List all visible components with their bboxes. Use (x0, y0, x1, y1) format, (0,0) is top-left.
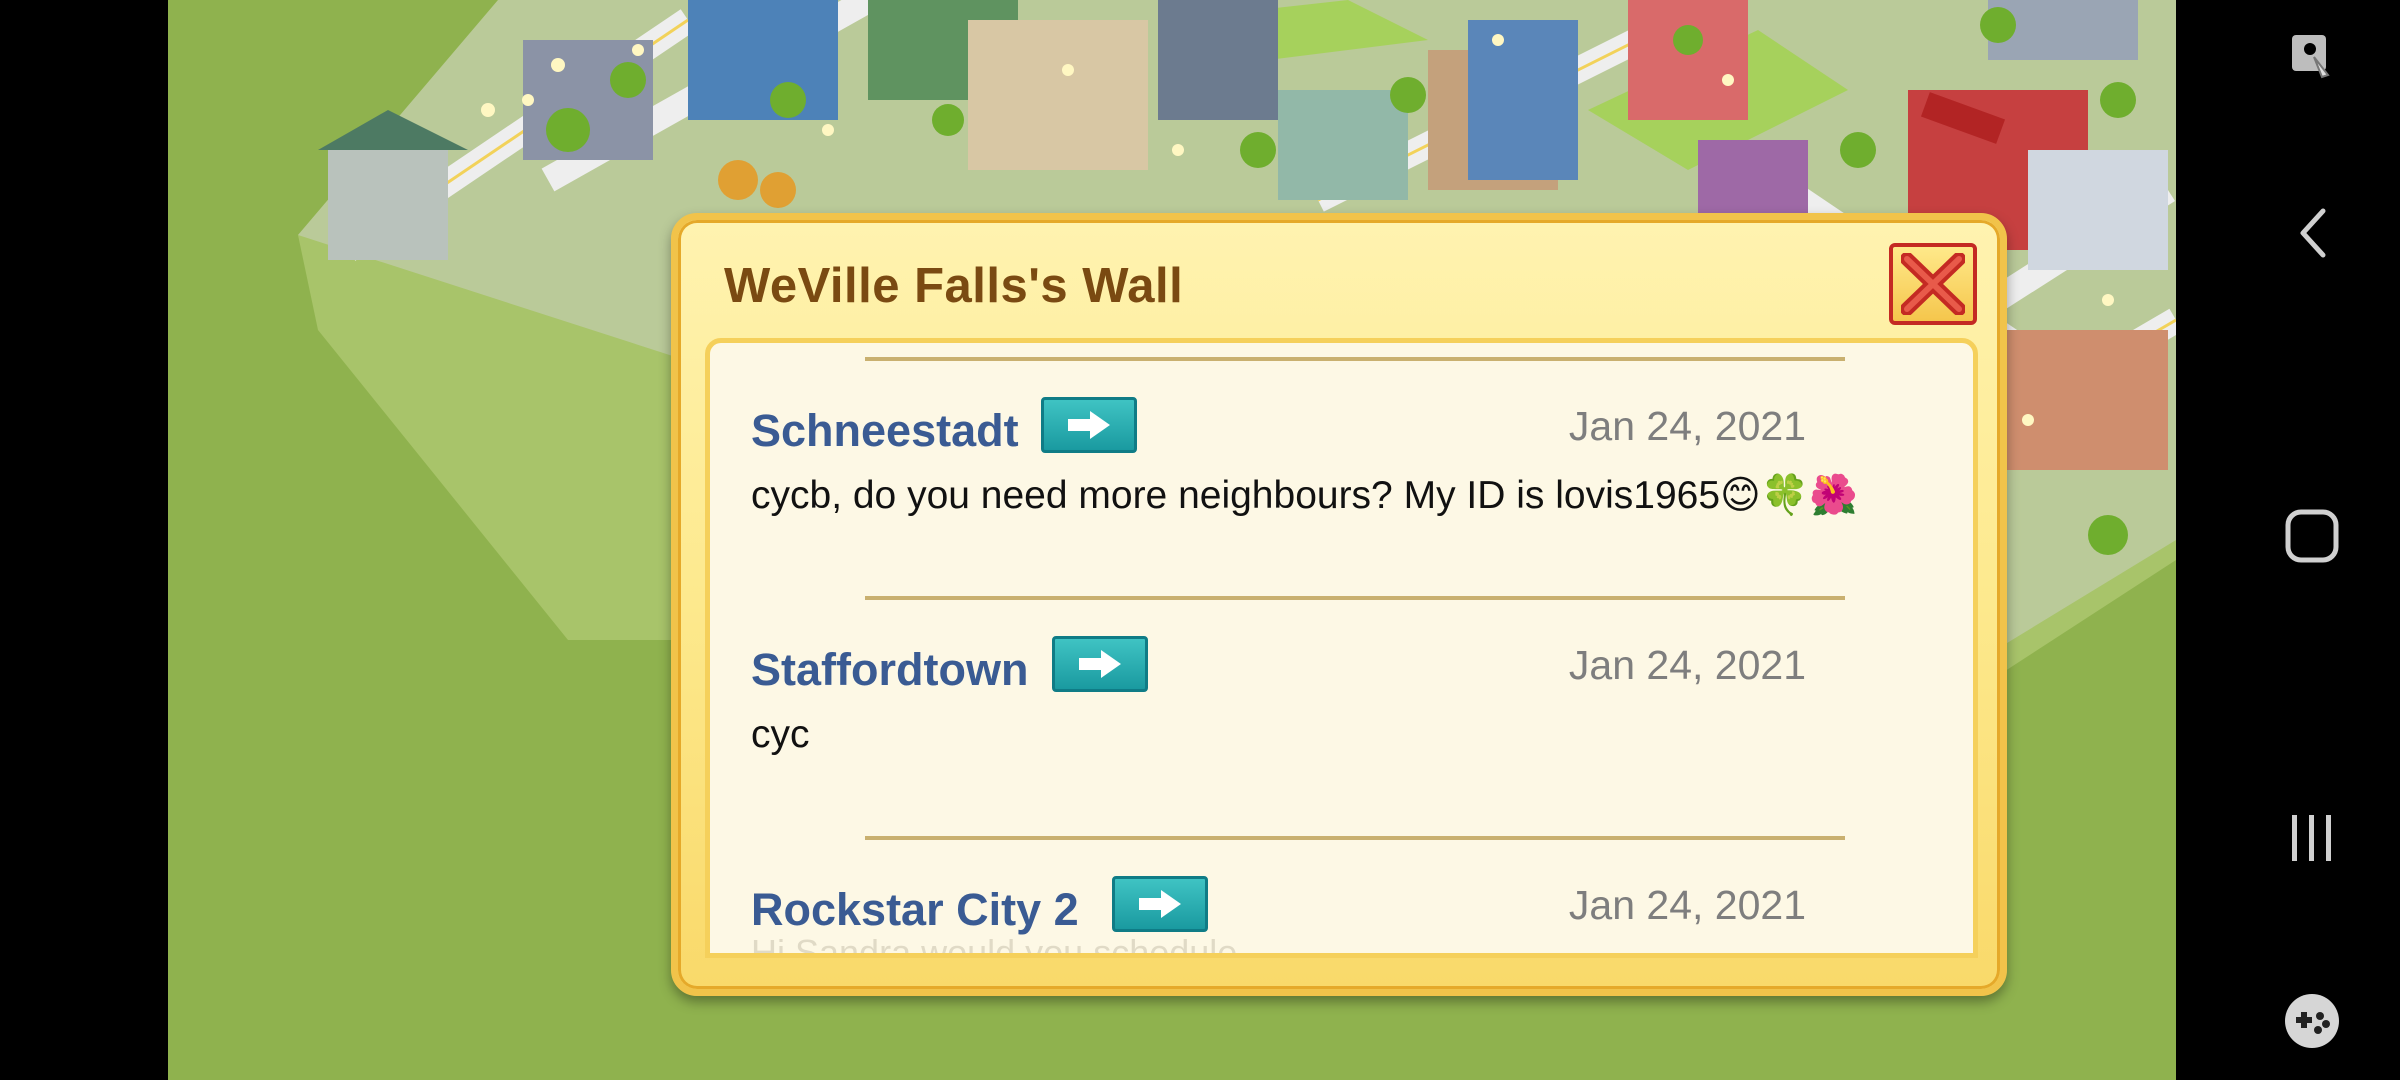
wall-dialog: WeVille Falls's Wall Schneestadt Jan 24,… (671, 213, 2007, 996)
arrow-right-icon (1139, 890, 1181, 918)
home-icon (2285, 509, 2339, 563)
post-date: Jan 24, 2021 (1568, 882, 1806, 928)
back-button[interactable] (2282, 203, 2342, 263)
home-button[interactable] (2282, 506, 2342, 566)
game-tools-icon (2285, 994, 2339, 1048)
arrow-right-icon (1079, 650, 1121, 678)
divider (865, 357, 1845, 361)
visit-neighbour-button[interactable] (1112, 876, 1208, 932)
visit-neighbour-button[interactable] (1052, 636, 1148, 692)
post-date: Jan 24, 2021 (1568, 642, 1806, 688)
divider (865, 596, 1845, 600)
recents-button[interactable] (2282, 808, 2342, 868)
game-tools-button[interactable] (2282, 991, 2342, 1051)
post-date: Jan 24, 2021 (1568, 403, 1806, 449)
close-x-icon (1901, 253, 1965, 315)
post-author-name[interactable]: Rockstar City 2 (751, 884, 1079, 936)
close-button[interactable] (1889, 243, 1977, 325)
arrow-right-icon (1068, 411, 1110, 439)
post-author-name[interactable]: Staffordtown (751, 644, 1028, 696)
accessibility-icon (2292, 35, 2330, 79)
post-message: cyc (751, 713, 810, 756)
visit-neighbour-button[interactable] (1041, 397, 1137, 453)
dialog-title: WeVille Falls's Wall (724, 259, 1184, 313)
post-message: cycb, do you need more neighbours? My ID… (751, 474, 1858, 517)
recents-icon (2292, 815, 2331, 861)
back-icon (2300, 208, 2326, 258)
wall-posts-list[interactable]: Schneestadt Jan 24, 2021 cycb, do you ne… (705, 338, 1978, 958)
post-message-faded: Hi Sandra would you schedule (751, 932, 1238, 958)
left-letterbox (0, 0, 168, 1080)
divider (865, 836, 1845, 840)
accessibility-button[interactable] (2282, 27, 2342, 87)
post-author-name[interactable]: Schneestadt (751, 405, 1019, 457)
game-canvas[interactable]: WeVille Falls's Wall Schneestadt Jan 24,… (168, 0, 2176, 1080)
